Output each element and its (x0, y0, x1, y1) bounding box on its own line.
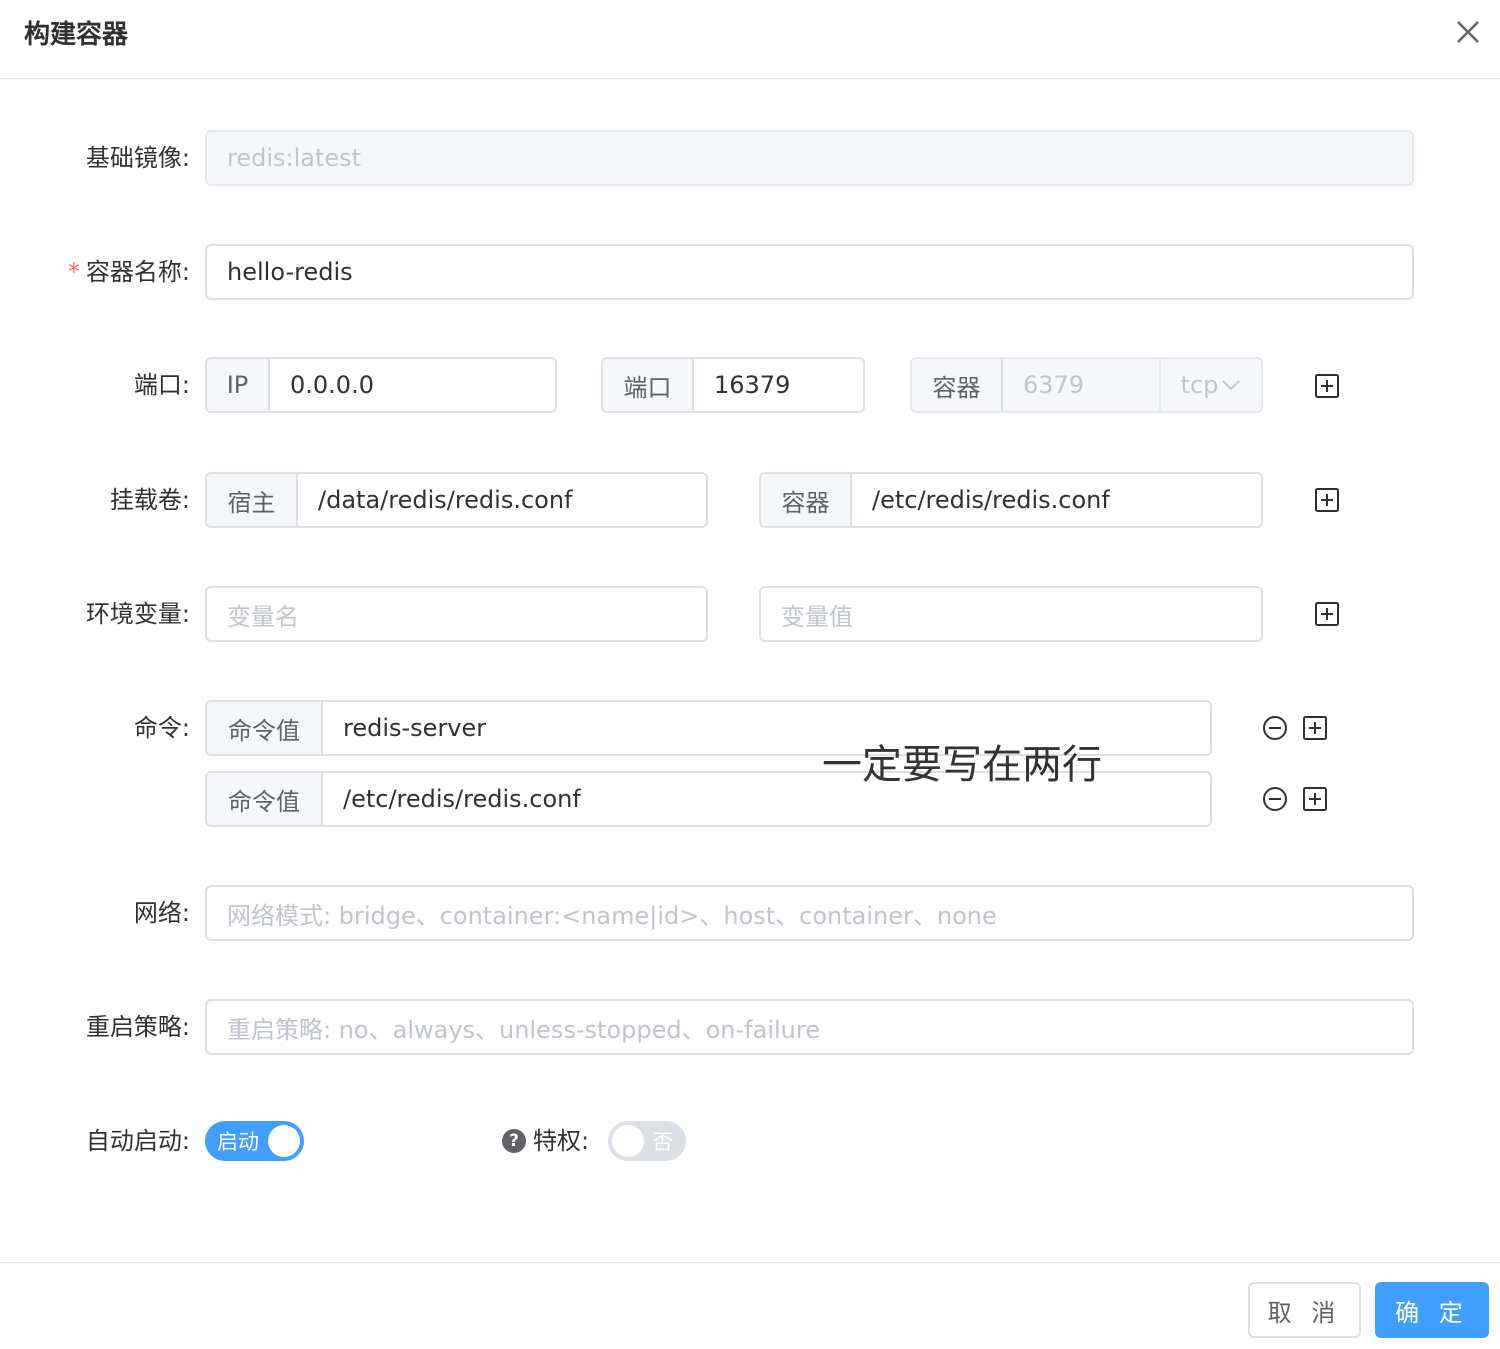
autostart-switch-text: 启动 (217, 1130, 259, 1154)
network-input[interactable]: 网络模式: bridge、container:<name|id>、host、co… (205, 885, 1414, 941)
port-host-value: 16379 (714, 371, 791, 399)
port-ip-value: 0.0.0.0 (290, 371, 374, 399)
port-host-prefix: 端口 (603, 359, 694, 411)
volume-container-input[interactable]: 容器 /etc/redis/redis.conf (759, 472, 1263, 528)
command-prefix-1: 命令值 (207, 702, 323, 754)
env-name-placeholder: 变量名 (227, 602, 299, 631)
port-container-value: 6379 (1023, 371, 1085, 399)
privileged-label: 特权: (533, 1127, 590, 1155)
plus-square-icon[interactable] (1302, 715, 1328, 741)
port-ip-prefix: IP (207, 359, 270, 411)
env-name-input[interactable]: 变量名 (205, 586, 708, 642)
restart-label: 重启策略: (85, 1013, 190, 1041)
volume-host-prefix: 宿主 (207, 474, 298, 526)
plus-square-icon[interactable] (1314, 373, 1340, 399)
port-host-input[interactable]: 端口 16379 (601, 357, 865, 413)
privileged-switch[interactable]: 否 (608, 1121, 686, 1161)
env-value-placeholder: 变量值 (781, 602, 853, 631)
protocol-select: tcp (1159, 359, 1261, 411)
container-name-input[interactable]: hello-redis (205, 244, 1414, 300)
env-value-input[interactable]: 变量值 (759, 586, 1263, 642)
command-prefix-2: 命令值 (207, 773, 323, 825)
restart-placeholder: 重启策略: no、always、unless-stopped、on-failur… (227, 1015, 820, 1044)
switch-knob (612, 1125, 644, 1157)
container-name-label-text: 容器名称: (85, 258, 190, 286)
base-image-input: redis:latest (205, 130, 1414, 186)
question-circle-icon[interactable]: ? (502, 1129, 526, 1153)
privileged-switch-text: 否 (652, 1130, 673, 1154)
restart-input[interactable]: 重启策略: no、always、unless-stopped、on-failur… (205, 999, 1414, 1055)
autostart-switch[interactable]: 启动 (205, 1121, 304, 1161)
command-value-2: /etc/redis/redis.conf (343, 785, 581, 813)
required-mark: * (67, 258, 80, 286)
dialog-title: 构建容器 (24, 20, 129, 50)
switch-knob (268, 1125, 300, 1157)
volume-label: 挂载卷: (109, 486, 190, 514)
port-container-input: 容器 6379 tcp (910, 357, 1263, 413)
volume-container-prefix: 容器 (761, 474, 852, 526)
container-name-value: hello-redis (227, 258, 353, 286)
port-label: 端口: (133, 371, 190, 399)
plus-square-icon[interactable] (1314, 601, 1340, 627)
confirm-button[interactable]: 确 定 (1375, 1282, 1489, 1338)
close-icon[interactable] (1450, 14, 1486, 50)
plus-square-icon[interactable] (1302, 786, 1328, 812)
minus-circle-icon[interactable] (1262, 715, 1288, 741)
base-image-value: redis:latest (227, 144, 362, 172)
plus-square-icon[interactable] (1314, 487, 1340, 513)
dialog-header: 构建容器 (0, 0, 1500, 79)
volume-host-input[interactable]: 宿主 /data/redis/redis.conf (205, 472, 708, 528)
volume-container-value: /etc/redis/redis.conf (872, 486, 1110, 514)
cancel-button[interactable]: 取 消 (1248, 1282, 1361, 1338)
network-placeholder: 网络模式: bridge、container:<name|id>、host、co… (227, 901, 997, 930)
command-value-1: redis-server (343, 714, 487, 742)
chevron-down-icon (1222, 380, 1241, 391)
autostart-label: 自动启动: (85, 1127, 190, 1155)
footer-divider (0, 1262, 1500, 1263)
protocol-value: tcp (1180, 371, 1219, 399)
annotation-note: 一定要写在两行 (822, 742, 1102, 788)
env-label: 环境变量: (85, 600, 190, 628)
base-image-label: 基础镜像: (85, 144, 190, 172)
port-container-prefix: 容器 (912, 359, 1003, 411)
command-label: 命令: (133, 714, 190, 742)
volume-host-value: /data/redis/redis.conf (318, 486, 573, 514)
minus-circle-icon[interactable] (1262, 786, 1288, 812)
network-label: 网络: (133, 899, 190, 927)
container-name-label: * 容器名称: (68, 244, 190, 300)
port-ip-input[interactable]: IP 0.0.0.0 (205, 357, 557, 413)
